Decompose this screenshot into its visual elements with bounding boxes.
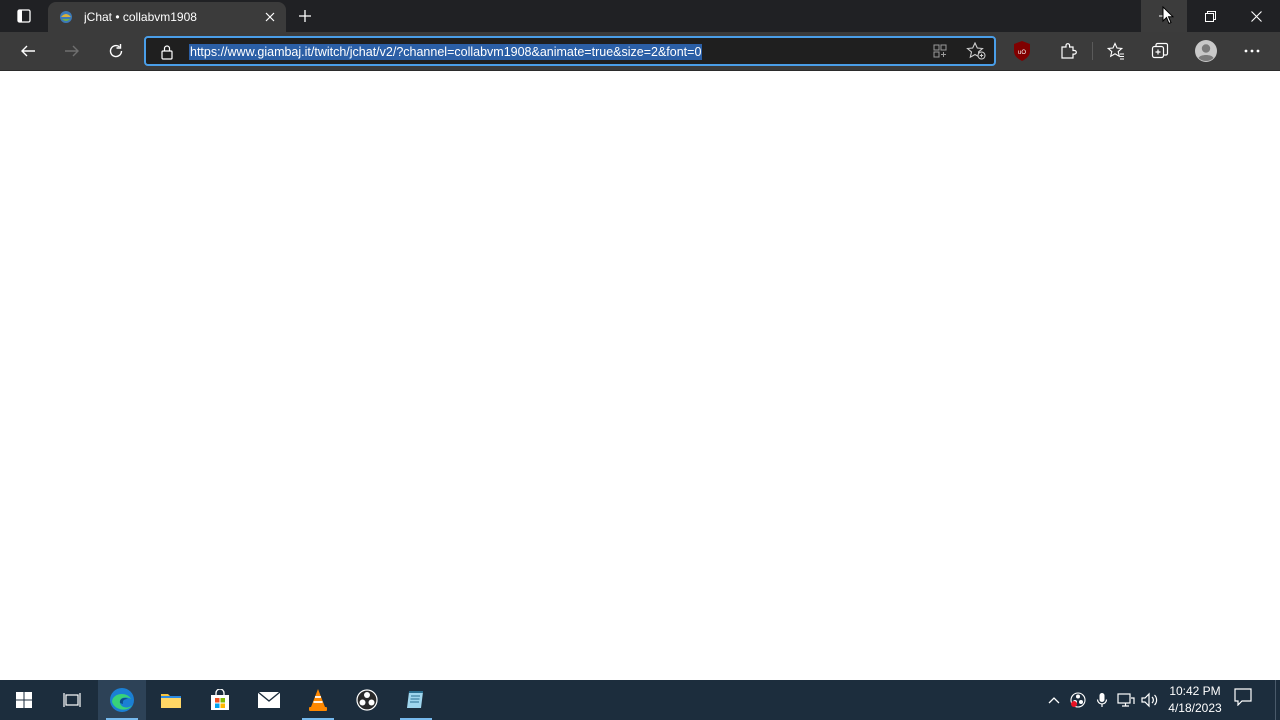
puzzle-piece-icon — [1061, 43, 1077, 59]
clock-time: 10:42 PM — [1169, 684, 1221, 698]
notepad-icon — [407, 691, 423, 708]
forward-arrow-icon — [65, 45, 79, 57]
obs-icon — [356, 689, 378, 711]
avatar-icon — [1195, 40, 1217, 62]
collections-button[interactable] — [1146, 38, 1174, 64]
taskbar-vlc[interactable] — [294, 680, 342, 720]
restore-button[interactable] — [1187, 0, 1233, 32]
forward-button[interactable] — [58, 38, 86, 64]
mail-envelope-icon — [257, 691, 281, 708]
tab-actions-button[interactable] — [8, 4, 40, 28]
tab-title: jChat • collabvm1908 — [84, 10, 197, 24]
browser-titlebar: jChat • collabvm1908 — [0, 0, 1280, 32]
toolbar-separator — [1092, 42, 1093, 60]
plus-icon — [299, 10, 311, 22]
taskbar-store[interactable] — [196, 680, 244, 720]
action-center-button[interactable] — [1234, 688, 1252, 711]
favorites-icon — [1107, 42, 1124, 60]
folder-icon — [161, 694, 181, 708]
edge-icon — [110, 688, 134, 712]
tray-microphone[interactable] — [1092, 690, 1112, 710]
collections-icon — [1151, 42, 1169, 59]
ublock-origin-icon[interactable]: uO — [1012, 40, 1032, 62]
start-button[interactable] — [0, 680, 48, 720]
tab-close-button[interactable] — [260, 7, 280, 27]
system-clock[interactable]: 10:42 PM 4/18/2023 — [1164, 683, 1226, 717]
taskbar-edge[interactable] — [98, 680, 146, 720]
mouse-cursor-icon — [1162, 6, 1174, 25]
windows-logo-icon — [16, 692, 32, 708]
tab-actions-icon — [17, 9, 31, 23]
vlc-cone-icon — [309, 689, 327, 711]
show-hidden-icons-button[interactable] — [1044, 690, 1064, 710]
url-text[interactable]: https://www.giambaj.it/twitch/jchat/v2/?… — [189, 44, 703, 60]
favorites-button[interactable] — [1102, 38, 1130, 64]
taskbar-file-explorer[interactable] — [147, 680, 195, 720]
volume-icon — [1141, 692, 1158, 708]
task-view-icon — [63, 693, 81, 707]
chevron-up-icon — [1048, 697, 1060, 704]
browser-tab[interactable]: jChat • collabvm1908 — [48, 2, 286, 32]
taskbar-mail[interactable] — [245, 680, 293, 720]
browser-toolbar: https://www.giambaj.it/twitch/jchat/v2/?… — [0, 32, 1280, 71]
extensions-button[interactable] — [1054, 38, 1082, 64]
site-favicon-icon — [60, 11, 72, 23]
network-icon — [1117, 693, 1135, 707]
tray-volume[interactable] — [1140, 690, 1160, 710]
task-view-button[interactable] — [48, 680, 96, 720]
tray-obs-recording[interactable] — [1068, 690, 1088, 710]
refresh-button[interactable] — [102, 38, 130, 64]
show-desktop-button[interactable] — [1275, 680, 1280, 720]
tray-network[interactable] — [1116, 690, 1136, 710]
close-icon — [1250, 10, 1262, 22]
taskbar-obs[interactable] — [343, 680, 391, 720]
back-button[interactable] — [14, 38, 42, 64]
microphone-icon — [1096, 693, 1108, 707]
window-close-button[interactable] — [1233, 0, 1279, 32]
notification-icon — [1234, 688, 1252, 707]
new-tab-button[interactable] — [292, 4, 318, 28]
add-favorite-icon[interactable] — [966, 42, 986, 60]
refresh-icon — [109, 44, 123, 58]
back-arrow-icon — [21, 45, 35, 57]
store-bag-icon — [211, 689, 229, 710]
windows-taskbar: 10:42 PM 4/18/2023 — [0, 680, 1280, 720]
svg-text:uO: uO — [1018, 50, 1026, 56]
web-page-content[interactable] — [0, 71, 1280, 680]
profile-button[interactable] — [1190, 36, 1222, 66]
address-bar[interactable]: https://www.giambaj.it/twitch/jchat/v2/?… — [144, 36, 996, 66]
obs-tray-icon — [1070, 692, 1086, 708]
restore-icon — [1204, 10, 1216, 22]
clock-date: 4/18/2023 — [1168, 701, 1222, 715]
taskbar-notepad[interactable] — [392, 680, 440, 720]
lock-icon[interactable] — [160, 44, 174, 60]
more-dots-icon — [1244, 49, 1260, 53]
close-icon — [265, 12, 275, 22]
settings-more-button[interactable] — [1238, 38, 1266, 64]
app-available-icon[interactable] — [932, 43, 948, 59]
